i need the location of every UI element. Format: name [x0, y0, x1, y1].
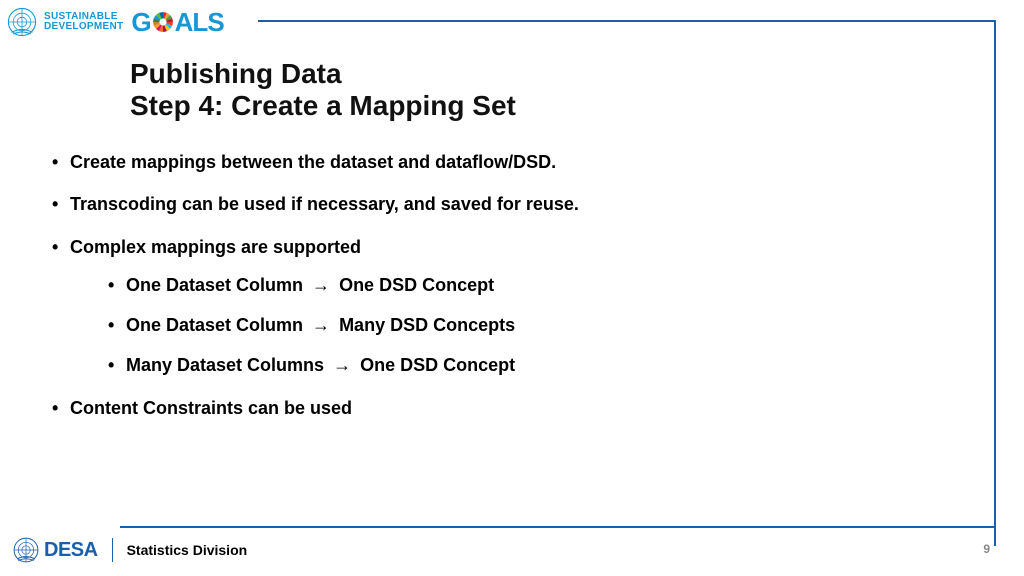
desa-block: DESA Statistics Division — [12, 536, 247, 564]
goals-letter-g: G — [131, 7, 150, 38]
sub-right: Many DSD Concepts — [339, 315, 515, 335]
sdg-line-2: DEVELOPMENT — [44, 22, 123, 32]
sub-right: One DSD Concept — [360, 355, 515, 375]
footer-rule-line — [120, 526, 996, 528]
slide: SUSTAINABLE DEVELOPMENT G — [0, 0, 1024, 576]
desa-label: DESA — [44, 539, 98, 562]
un-emblem-icon — [6, 6, 38, 38]
sub-bullet-item: One Dataset Column → One DSD Concept — [104, 273, 944, 297]
page-number: 9 — [983, 542, 990, 556]
arrow-icon: → — [308, 313, 334, 337]
goals-letters-als: ALS — [175, 7, 224, 38]
sub-left: One Dataset Column — [126, 275, 303, 295]
sub-bullet-item: One Dataset Column → Many DSD Concepts — [104, 313, 944, 337]
frame-top-line — [258, 20, 996, 22]
content-area: Create mappings between the dataset and … — [48, 150, 944, 438]
sub-left: One Dataset Column — [126, 315, 303, 335]
sdg-logo: SUSTAINABLE DEVELOPMENT G — [6, 6, 224, 38]
bullet-text: Content Constraints can be used — [70, 398, 352, 418]
bullet-item: Complex mappings are supported One Datas… — [48, 235, 944, 378]
sdg-text-block: SUSTAINABLE DEVELOPMENT — [44, 12, 123, 32]
title-line-1: Publishing Data — [130, 58, 964, 90]
arrow-icon: → — [308, 273, 334, 297]
bullet-text: Transcoding can be used if necessary, an… — [70, 194, 579, 214]
bullet-text: Complex mappings are supported — [70, 237, 361, 257]
bullet-item: Create mappings between the dataset and … — [48, 150, 944, 174]
division-label: Statistics Division — [127, 542, 248, 558]
arrow-icon: → — [329, 353, 355, 377]
title-block: Publishing Data Step 4: Create a Mapping… — [130, 58, 964, 122]
sub-left: Many Dataset Columns — [126, 355, 324, 375]
sub-right: One DSD Concept — [339, 275, 494, 295]
footer: DESA Statistics Division 9 — [12, 520, 996, 564]
sub-bullet-list: One Dataset Column → One DSD Concept One… — [104, 273, 944, 378]
bullet-item: Content Constraints can be used — [48, 396, 944, 420]
frame-right-line — [994, 20, 996, 546]
bullet-list: Create mappings between the dataset and … — [48, 150, 944, 420]
sdg-color-wheel-icon — [152, 11, 174, 33]
bullet-text: Create mappings between the dataset and … — [70, 152, 556, 172]
sub-bullet-item: Many Dataset Columns → One DSD Concept — [104, 353, 944, 377]
bullet-item: Transcoding can be used if necessary, an… — [48, 192, 944, 216]
title-line-2: Step 4: Create a Mapping Set — [130, 90, 964, 122]
sdg-goals-word: G — [131, 7, 223, 38]
un-emblem-footer-icon — [12, 536, 40, 564]
footer-divider — [112, 538, 113, 562]
